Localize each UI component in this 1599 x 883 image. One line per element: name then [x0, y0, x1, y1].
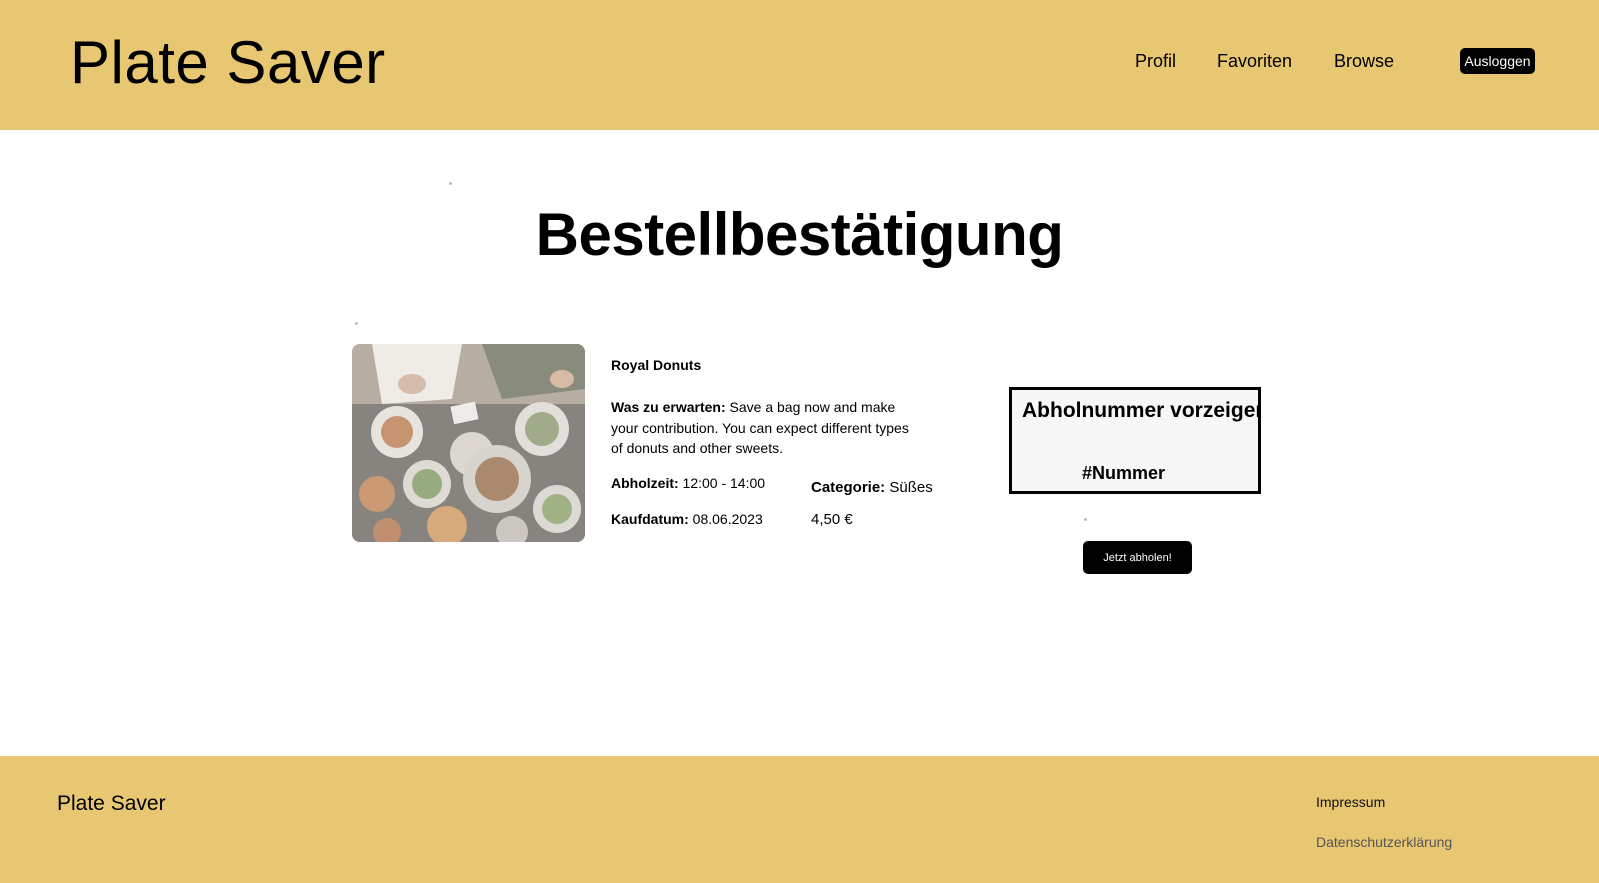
pickup-number-box: Abholnummer vorzeigen #Nummer [1009, 387, 1261, 494]
page: Plate Saver Profil Favoriten Browse Ausl… [0, 0, 1599, 883]
pickup-time: Abholzeit: 12:00 - 14:00 [611, 475, 765, 491]
page-title: Bestellbestätigung [535, 201, 1064, 268]
brand-logo[interactable]: Plate Saver [70, 28, 386, 98]
product-image [352, 344, 585, 542]
category-label: Categorie: [811, 479, 886, 496]
pickup-now-button[interactable]: Jetzt abholen! [1083, 541, 1192, 574]
decorative-dot [449, 182, 452, 185]
pickup-box-title: Abholnummer vorzeigen [1022, 399, 1261, 422]
category-value: Süßes [885, 479, 933, 496]
expect-label: Was zu erwarten: [611, 399, 726, 415]
nav-link-browse[interactable]: Browse [1334, 48, 1394, 74]
header: Plate Saver Profil Favoriten Browse Ausl… [0, 0, 1599, 130]
nav-link-favoriten[interactable]: Favoriten [1217, 48, 1292, 74]
footer: Plate Saver Impressum Datenschutzerkläru… [0, 756, 1599, 883]
pickup-time-label: Abholzeit: [611, 475, 679, 491]
food-photo-illustration [352, 344, 585, 542]
footer-brand: Plate Saver [57, 792, 166, 815]
pickup-number: #Nummer [1082, 463, 1166, 483]
shop-name: Royal Donuts [611, 357, 702, 373]
price: 4,50 € [811, 511, 853, 528]
category: Categorie: Süßes [811, 479, 933, 496]
pickup-time-value: 12:00 - 14:00 [678, 475, 766, 491]
footer-link-impressum[interactable]: Impressum [1316, 794, 1385, 810]
logout-button[interactable]: Ausloggen [1460, 48, 1535, 74]
purchase-date-value: 08.06.2023 [688, 511, 763, 527]
decorative-dot [355, 322, 358, 325]
purchase-date-label: Kaufdatum: [611, 511, 689, 527]
decorative-dot [1084, 518, 1087, 521]
product-description: Was zu erwarten: Save a bag now and make… [611, 397, 911, 459]
footer-link-datenschutz[interactable]: Datenschutzerklärung [1316, 834, 1452, 850]
purchase-date: Kaufdatum: 08.06.2023 [611, 511, 763, 527]
nav-link-profil[interactable]: Profil [1135, 48, 1176, 74]
